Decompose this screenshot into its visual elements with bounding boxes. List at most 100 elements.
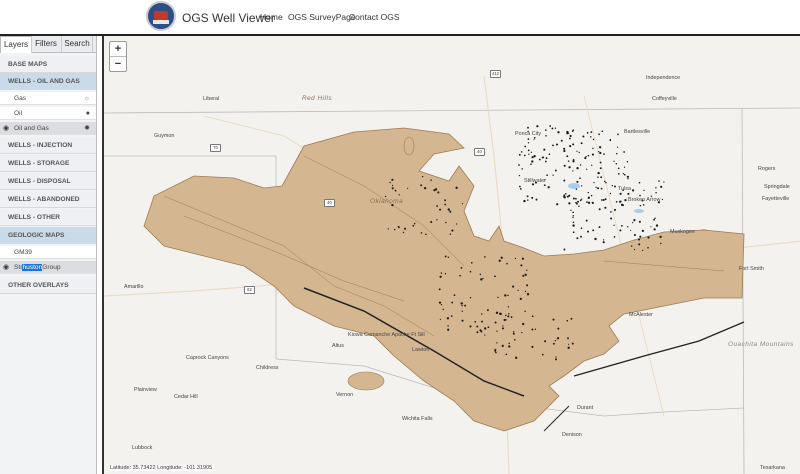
well-point bbox=[563, 147, 566, 150]
zoom-in-button[interactable]: + bbox=[110, 42, 126, 56]
place-fayetteville: Fayetteville bbox=[762, 196, 790, 202]
well-point bbox=[639, 204, 642, 207]
well-point bbox=[632, 221, 634, 224]
well-point bbox=[515, 356, 518, 359]
well-point bbox=[600, 176, 603, 179]
well-point bbox=[521, 257, 524, 260]
place-altus: Altus bbox=[332, 343, 344, 349]
well-point bbox=[585, 168, 588, 170]
place-durant: Durant bbox=[577, 405, 594, 411]
well-point bbox=[604, 206, 607, 209]
well-point bbox=[444, 273, 447, 275]
well-point bbox=[534, 137, 536, 139]
section-wells-oil-gas[interactable]: WELLS - OIL AND GAS bbox=[0, 73, 96, 90]
well-point bbox=[469, 325, 472, 328]
tab-search[interactable]: Search bbox=[62, 36, 93, 52]
section-wells-other[interactable]: WELLS - OTHER bbox=[0, 209, 96, 226]
well-point bbox=[495, 351, 497, 354]
well-point bbox=[621, 225, 623, 227]
tab-layers[interactable]: Layers bbox=[0, 36, 32, 53]
well-point bbox=[554, 127, 557, 129]
well-point bbox=[496, 342, 498, 344]
visibility-eye-icon[interactable]: ◉ bbox=[3, 122, 9, 135]
nav-contact-link[interactable]: Contact OGS bbox=[349, 12, 400, 22]
well-point bbox=[654, 217, 656, 219]
layer-strat-label: StrhustonGroup bbox=[14, 264, 61, 271]
visibility-eye-icon[interactable]: ◉ bbox=[3, 261, 9, 274]
well-point bbox=[407, 187, 409, 189]
well-point bbox=[436, 205, 439, 207]
well-point bbox=[630, 245, 633, 247]
well-point bbox=[592, 138, 595, 141]
well-point bbox=[566, 319, 569, 322]
layer-oil-and-gas[interactable]: ◉ Oil and Gas ✹ bbox=[0, 122, 96, 135]
place-bartlesville: Bartlesville bbox=[624, 129, 651, 135]
well-point bbox=[393, 228, 396, 231]
well-point bbox=[634, 248, 636, 251]
well-point bbox=[505, 319, 507, 321]
cursor-coordinates: Latitude: 35.73422 Longitude: -101.31905 bbox=[108, 465, 215, 471]
layer-gm39[interactable]: GM39 bbox=[0, 246, 96, 259]
well-point bbox=[507, 306, 510, 308]
well-point bbox=[660, 185, 663, 188]
well-point bbox=[604, 198, 607, 201]
well-point bbox=[444, 255, 447, 258]
well-point bbox=[565, 193, 567, 195]
section-geologic-maps[interactable]: GEOLOGIC MAPS bbox=[0, 227, 96, 244]
well-point bbox=[453, 294, 456, 296]
well-point bbox=[508, 345, 511, 348]
well-point bbox=[387, 228, 389, 230]
well-point bbox=[518, 153, 521, 156]
section-wells-storage[interactable]: WELLS - STORAGE bbox=[0, 155, 96, 172]
well-point bbox=[447, 256, 450, 258]
section-other-overlays[interactable]: OTHER OVERLAYS bbox=[0, 277, 96, 294]
well-point bbox=[601, 199, 603, 201]
section-base-maps[interactable]: BASE MAPS bbox=[0, 56, 96, 73]
well-point bbox=[546, 174, 548, 177]
well-point bbox=[430, 220, 433, 224]
layer-gas[interactable]: Gas ☼ bbox=[0, 92, 96, 105]
well-point bbox=[502, 325, 504, 327]
well-point bbox=[573, 231, 575, 233]
place-coffeyville: Coffeyville bbox=[652, 96, 677, 102]
tab-filters[interactable]: Filters bbox=[31, 36, 62, 52]
section-wells-abandoned[interactable]: WELLS - ABANDONED bbox=[0, 191, 96, 208]
ogs-logo[interactable] bbox=[146, 1, 176, 31]
section-wells-disposal[interactable]: WELLS - DISPOSAL bbox=[0, 173, 96, 190]
layer-oil[interactable]: Oil ● bbox=[0, 107, 96, 120]
well-point bbox=[609, 192, 612, 195]
place-wichita-falls: Wichita Falls bbox=[402, 416, 433, 422]
well-point bbox=[626, 226, 629, 228]
well-point bbox=[420, 232, 423, 234]
well-point bbox=[484, 256, 486, 258]
top-navbar: OGS Well Viewer Home OGS SurveyPage Cont… bbox=[0, 0, 800, 36]
well-point bbox=[592, 147, 594, 150]
well-point bbox=[504, 294, 507, 297]
nav-home-link[interactable]: Home bbox=[260, 12, 283, 22]
nav-survey-page-link[interactable]: OGS SurveyPage bbox=[288, 12, 356, 22]
section-wells-injection[interactable]: WELLS - INJECTION bbox=[0, 137, 96, 154]
well-point bbox=[572, 216, 574, 219]
well-point bbox=[613, 160, 615, 162]
well-point bbox=[438, 288, 441, 291]
well-point bbox=[575, 188, 578, 190]
well-point bbox=[500, 256, 503, 259]
layer-stratigraphic-group[interactable]: ◉ StrhustonGroup bbox=[0, 261, 96, 274]
well-point bbox=[653, 218, 656, 221]
well-point bbox=[617, 173, 620, 175]
zoom-out-button[interactable]: − bbox=[110, 56, 126, 71]
well-point bbox=[455, 223, 458, 225]
place-springdale: Springdale bbox=[764, 184, 790, 190]
well-point bbox=[412, 224, 415, 227]
well-point bbox=[653, 228, 656, 231]
well-point bbox=[658, 180, 660, 182]
well-point bbox=[519, 185, 521, 188]
well-point bbox=[449, 210, 452, 213]
well-point bbox=[592, 229, 595, 232]
well-point bbox=[579, 199, 582, 202]
well-point bbox=[584, 157, 587, 160]
place-childress: Childress bbox=[256, 365, 279, 371]
well-point bbox=[587, 201, 591, 204]
well-point bbox=[599, 161, 602, 164]
map-view[interactable]: + − Red Hills Oklahoma Ouachita Mountain… bbox=[102, 36, 800, 474]
